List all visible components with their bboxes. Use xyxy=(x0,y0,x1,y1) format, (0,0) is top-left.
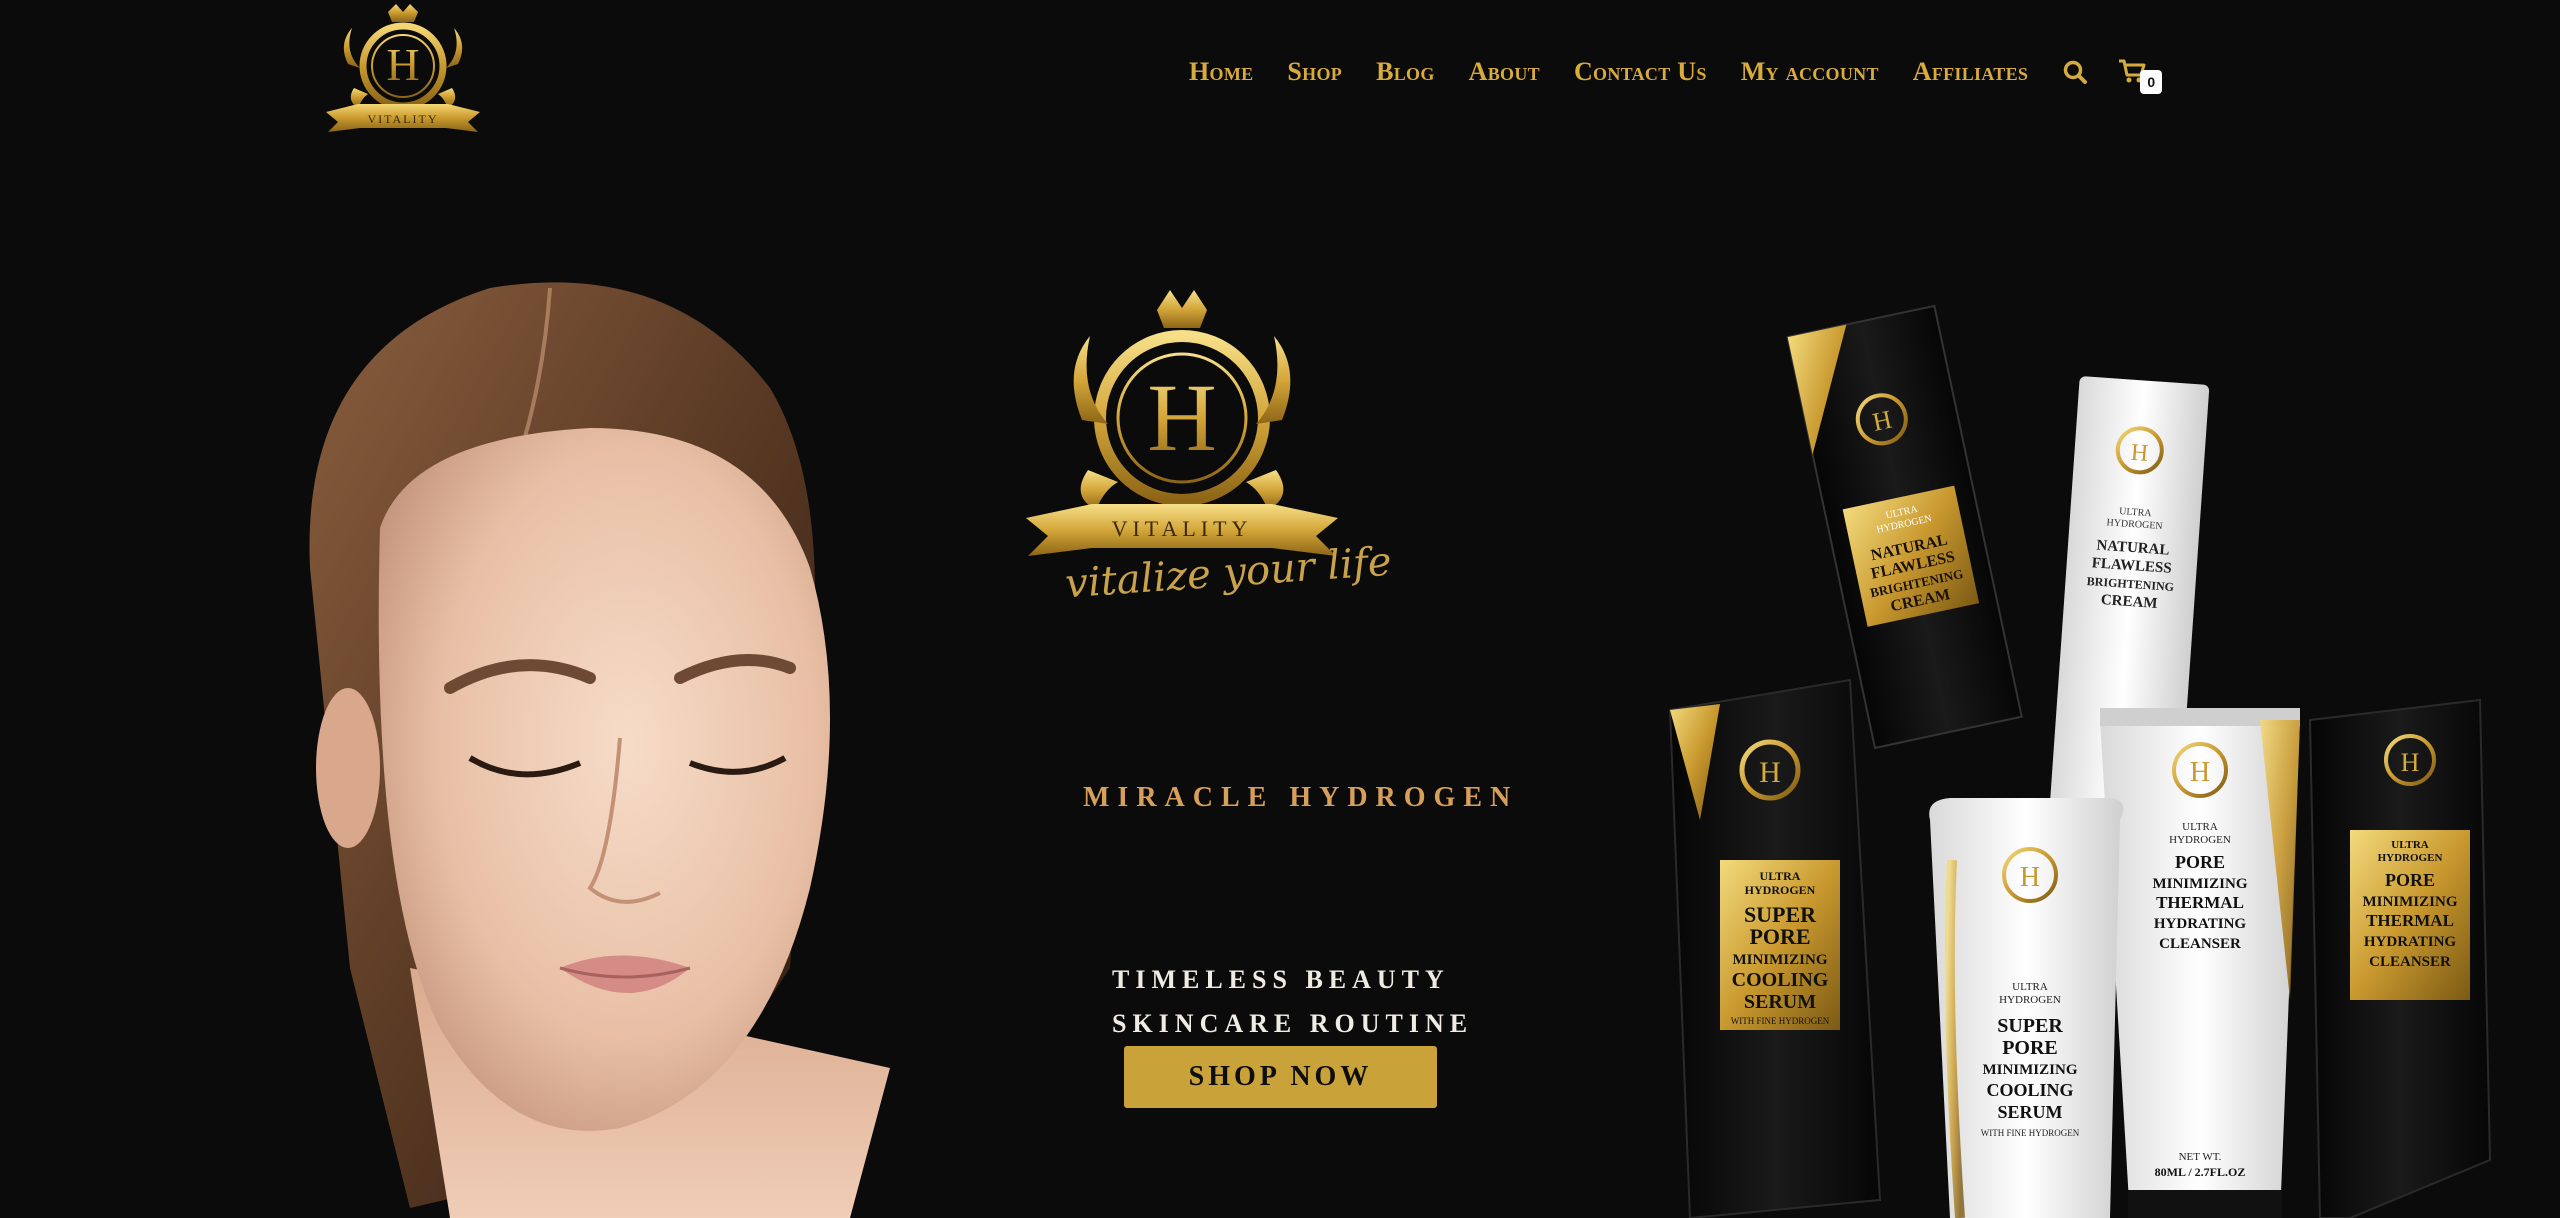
svg-text:H: H xyxy=(1759,756,1781,789)
hero-subline-2: SKINCARE ROUTINE xyxy=(1112,1009,1474,1038)
svg-text:H: H xyxy=(2401,748,2420,777)
svg-text:H: H xyxy=(1147,364,1216,471)
svg-text:H: H xyxy=(386,39,419,90)
svg-text:H: H xyxy=(2020,862,2040,893)
cart-count-badge: 0 xyxy=(2140,70,2163,94)
tube-right-volume: 80ML / 2.7FL.OZ xyxy=(2155,1165,2246,1179)
tube-right-name-1: MINIMIZING xyxy=(2152,876,2247,892)
svg-text:H: H xyxy=(2190,757,2210,788)
box-left-name-2: MINIMIZING xyxy=(1732,952,1827,968)
search-icon[interactable] xyxy=(2062,59,2088,85)
tube-right-net: NET WT. xyxy=(2179,1151,2222,1163)
cart-button[interactable]: 0 xyxy=(2118,55,2164,94)
product-group-image: H ULTRA HYDROGEN NATURAL FLAWLESS BRIGHT… xyxy=(1668,304,2492,1218)
nav-home[interactable]: Home xyxy=(1189,57,1253,87)
tube-left-name-4: SERUM xyxy=(1997,1102,2062,1122)
box-right-line2: HYDROGEN xyxy=(2378,852,2443,864)
box-left-name-1: PORE xyxy=(1749,924,1810,949)
nav-my-account[interactable]: My account xyxy=(1741,57,1879,87)
box-right-name-0: PORE xyxy=(2385,870,2435,890)
shop-now-button[interactable]: SHOP NOW xyxy=(1124,1046,1437,1108)
tube-left-line2: HYDROGEN xyxy=(1999,994,2061,1006)
emblem-ribbon-text: VITALITY xyxy=(1112,516,1253,541)
tube-right-line2: HYDROGEN xyxy=(2169,834,2231,846)
nav-about[interactable]: About xyxy=(1469,57,1540,87)
model-portrait-image xyxy=(309,282,890,1218)
tube-right-line1: ULTRA xyxy=(2182,821,2218,833)
tube-right-name-0: PORE xyxy=(2175,852,2225,872)
hero-section: H VITALITY vitalize your life MIRACLE HY… xyxy=(0,150,2560,1218)
tube-back-line1: ULTRA xyxy=(2119,506,2153,519)
svg-text:VITALITY: VITALITY xyxy=(367,112,438,126)
tube-left-sub: WITH FINE HYDROGEN xyxy=(1981,1128,2080,1138)
nav-shop[interactable]: Shop xyxy=(1287,57,1342,87)
box-left-name-4: SERUM xyxy=(1744,991,1816,1013)
tube-left-name-0: SUPER xyxy=(1997,1015,2063,1037)
nav-contact-us[interactable]: Contact Us xyxy=(1574,57,1707,87)
tube-left-line1: ULTRA xyxy=(2012,981,2048,993)
box-right-name-4: CLEANSER xyxy=(2369,954,2451,970)
tube-left-name-1: PORE xyxy=(2002,1037,2058,1059)
hero-subline: TIMELESS BEAUTY SKINCARE ROUTINE xyxy=(1112,958,1474,1046)
box-right-line1: ULTRA xyxy=(2391,839,2429,851)
tube-left-name-3: COOLING xyxy=(1986,1080,2073,1100)
main-nav: Home Shop Blog About Contact Us My accou… xyxy=(1189,55,2164,94)
vitality-logo[interactable]: H VITALITY xyxy=(318,4,488,144)
box-left-line2: HYDROGEN xyxy=(1745,883,1816,897)
tube-right-name-3: HYDRATING xyxy=(2154,916,2247,932)
box-left-name-3: COOLING xyxy=(1732,969,1829,991)
nav-blog[interactable]: Blog xyxy=(1376,57,1435,87)
box-right-name-1: MINIMIZING xyxy=(2362,894,2457,910)
box-right-name-3: HYDRATING xyxy=(2364,934,2457,950)
tube-left-name-2: MINIMIZING xyxy=(1982,1062,2077,1078)
hero-subline-1: TIMELESS BEAUTY xyxy=(1112,965,1450,994)
svg-text:H: H xyxy=(2130,440,2149,467)
hero-headline: MIRACLE HYDROGEN xyxy=(1083,782,1519,813)
product-box-cooling-serum: H ULTRA HYDROGEN SUPER PORE MINIMIZING C… xyxy=(1668,678,1882,1218)
site-header: H VITALITY Home Shop Blog About Contact … xyxy=(0,0,2560,150)
box-left-line1: ULTRA xyxy=(1760,869,1801,883)
tube-right-name-2: THERMAL xyxy=(2156,893,2244,912)
product-box-brightening-cream: H ULTRA HYDROGEN NATURAL FLAWLESS BRIGHT… xyxy=(1786,304,2023,750)
nav-affiliates[interactable]: Affiliates xyxy=(1913,57,2028,87)
box-left-sub: WITH FINE HYDROGEN xyxy=(1731,1016,1830,1026)
product-box-thermal-cleanser: H ULTRA HYDROGEN PORE MINIMIZING THERMAL… xyxy=(2308,698,2492,1218)
box-right-name-2: THERMAL xyxy=(2366,911,2454,930)
product-tube-thermal-cleanser: H ULTRA HYDROGEN PORE MINIMIZING THERMAL… xyxy=(2100,708,2300,1218)
product-tube-cooling-serum: H ULTRA HYDROGEN SUPER PORE MINIMIZING C… xyxy=(1929,798,2124,1218)
tube-right-name-4: CLEANSER xyxy=(2159,936,2241,952)
